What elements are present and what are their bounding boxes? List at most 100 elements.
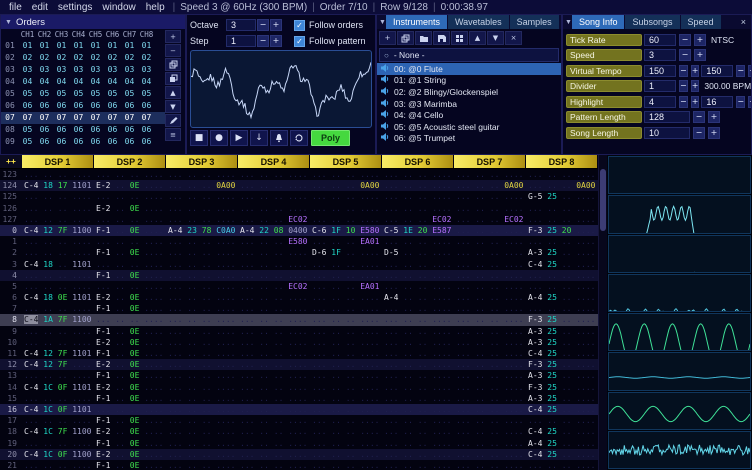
song-length-input[interactable]: 10 xyxy=(644,126,690,139)
pattern-cell[interactable]: ... .. .. .... xyxy=(94,259,166,270)
pattern-cell[interactable]: F-1 .. 0E .... xyxy=(94,393,166,404)
order-cell[interactable]: 01 xyxy=(138,40,155,52)
order-cell[interactable]: 04 xyxy=(104,76,121,88)
pattern-cell[interactable]: ... .. .. .... xyxy=(238,203,310,214)
order-cell[interactable]: 06 xyxy=(36,100,53,112)
highlight-decrement-button[interactable]: − xyxy=(679,95,688,108)
order-cell[interactable]: 03 xyxy=(87,64,104,76)
pattern-cell[interactable]: ... .. .. .... xyxy=(94,404,166,415)
pattern-cell[interactable]: ... .. .. .... xyxy=(310,460,382,470)
transport-record-button[interactable]: ● xyxy=(210,130,228,146)
order-cell[interactable]: 02 xyxy=(104,52,121,64)
pattern-length-increment-button[interactable]: + xyxy=(708,111,720,124)
pattern-cell[interactable]: ... .. .. .... xyxy=(238,292,310,303)
pattern-cell[interactable]: ... .. .. .... xyxy=(22,303,94,314)
pattern-cell[interactable]: ... .. .. .... xyxy=(382,404,454,415)
pattern-cell[interactable]: ... .. .. .... xyxy=(382,438,454,449)
order-cell[interactable]: 06 xyxy=(53,100,70,112)
order-row[interactable]: 06 06 06 06 06 06 06 06 06 xyxy=(1,100,165,112)
song-length-decrement-button[interactable]: − xyxy=(693,126,705,139)
speed-input[interactable]: 3 xyxy=(644,49,676,62)
instrument-plus-button[interactable]: + xyxy=(379,31,396,45)
pattern-cell[interactable]: C-4 18 .. 1101 xyxy=(22,259,94,270)
pattern-cell[interactable]: ... .. .. .... xyxy=(166,203,238,214)
pattern-cell[interactable]: E-2 .. 0E .... xyxy=(94,337,166,348)
divider-decrement-button[interactable]: − xyxy=(679,80,688,93)
pattern-cell[interactable]: C-4 25 .. .... xyxy=(526,449,598,460)
pattern-cell[interactable]: E-2 .. 0E .... xyxy=(94,203,166,214)
pattern-cell[interactable]: ... .. .. .... xyxy=(526,415,598,426)
pattern-cell[interactable]: ... .. .. .... xyxy=(310,449,382,460)
pattern-cell[interactable]: ... .. .. .... xyxy=(166,292,238,303)
pattern-cell[interactable]: ... .. .. .... xyxy=(166,415,238,426)
pattern-cell[interactable]: ... .. .. .... xyxy=(310,214,382,225)
pattern-cell[interactable]: ... .. .. .... xyxy=(454,270,526,281)
pattern-cell[interactable]: C-4 12 7F 1101 xyxy=(22,348,94,359)
order-cell[interactable]: 06 xyxy=(53,124,70,136)
order-cell[interactable]: 07 xyxy=(53,112,70,124)
order-cell[interactable]: 01 xyxy=(104,40,121,52)
orders-move-down-button[interactable]: ▼ xyxy=(165,100,181,113)
pattern-cell[interactable]: ... .. .. .... xyxy=(454,259,526,270)
pattern-cell[interactable]: E-2 .. 0E .... xyxy=(94,382,166,393)
pattern-cell[interactable]: ... .. .. .... xyxy=(310,404,382,415)
pattern-cell[interactable]: ... .. .. .... xyxy=(382,393,454,404)
order-cell[interactable]: 02 xyxy=(87,52,104,64)
tab-song-info[interactable]: Song Info xyxy=(571,15,625,29)
pattern-cell[interactable]: ... .. .. .... xyxy=(382,382,454,393)
pattern-channel-header[interactable]: DSP 1 xyxy=(22,155,93,168)
pattern-cell[interactable]: F-3 25 .. .... xyxy=(526,382,598,393)
pattern-cell[interactable]: ... .. .. .... xyxy=(166,270,238,281)
pattern-length-decrement-button[interactable]: − xyxy=(693,111,705,124)
pattern-cell[interactable]: ... .. .. .... xyxy=(310,426,382,437)
order-cell[interactable]: 05 xyxy=(53,88,70,100)
pattern-cell[interactable]: ... .. .. .... xyxy=(454,359,526,370)
pattern-cell[interactable]: ... .. .. .... xyxy=(22,460,94,470)
pattern-cell[interactable]: ... .. .. .... xyxy=(310,169,382,180)
order-cell[interactable]: 05 xyxy=(121,88,138,100)
pattern-cell[interactable]: ... .. .. .... xyxy=(94,169,166,180)
pattern-cell[interactable]: ... .. .. .... xyxy=(382,449,454,460)
instrument-item[interactable]: 01: @1 String xyxy=(377,75,561,87)
instrument-item[interactable]: 03: @3 Marimba xyxy=(377,98,561,110)
order-cell[interactable]: 07 xyxy=(36,112,53,124)
pattern-cell[interactable]: F-1 .. 0E .... xyxy=(94,438,166,449)
pattern-cell[interactable]: ... .. .. .... xyxy=(166,247,238,258)
tick-rate-decrement-button[interactable]: − xyxy=(679,33,691,46)
pattern-cell[interactable]: ... .. .. .... xyxy=(22,214,94,225)
pattern-cell[interactable]: ... .. .. .... xyxy=(526,281,598,292)
pattern-cell[interactable]: ... .. .. .... xyxy=(310,382,382,393)
transport-stop-button[interactable]: ■ xyxy=(190,130,208,146)
instrument-save-button[interactable] xyxy=(433,31,450,45)
order-cell[interactable]: 06 xyxy=(87,136,104,148)
tab-speed[interactable]: Speed xyxy=(680,15,721,29)
order-cell[interactable]: 05 xyxy=(36,88,53,100)
pattern-cell[interactable]: ... .. .. .... xyxy=(382,191,454,202)
octave-input[interactable]: 3 xyxy=(226,19,256,31)
menu-settings[interactable]: settings xyxy=(53,2,97,13)
pattern-cell[interactable]: ... .. .. EC02 xyxy=(238,281,310,292)
order-cell[interactable]: 06 xyxy=(36,124,53,136)
collapse-icon[interactable]: ▼ xyxy=(379,19,386,26)
order-cell[interactable]: 03 xyxy=(138,64,155,76)
follow-pattern-checkbox[interactable]: ✓ xyxy=(294,35,305,47)
field-label-song-length[interactable]: Song Length xyxy=(566,126,642,139)
order-cell[interactable]: 01 xyxy=(121,40,138,52)
pattern-cell[interactable]: ... .. .. .... xyxy=(166,303,238,314)
polyphony-toggle-button[interactable]: Poly xyxy=(311,130,351,146)
order-cell[interactable]: 04 xyxy=(121,76,138,88)
pattern-cell[interactable]: F-1 .. 0E .... xyxy=(94,303,166,314)
highlight-input[interactable]: 16 xyxy=(701,95,734,108)
order-cell[interactable]: 07 xyxy=(19,112,36,124)
pattern-cell[interactable]: ... .. .. .... xyxy=(310,292,382,303)
pattern-cell[interactable]: ... .. .. .... xyxy=(526,169,598,180)
field-label-virtual-tempo[interactable]: Virtual Tempo xyxy=(566,64,642,77)
instrument-item[interactable]: 02: @2 Blingy/Glockenspiel xyxy=(377,86,561,98)
pattern-cell[interactable]: ... .. .. 0A00 xyxy=(310,180,382,191)
pattern-cell[interactable]: ... .. .. .... xyxy=(22,247,94,258)
orders-duplicate-button[interactable] xyxy=(165,58,181,71)
pattern-cell[interactable]: ... .. .. .... xyxy=(454,415,526,426)
pattern-cell[interactable]: ... .. .. .... xyxy=(238,180,310,191)
highlight-input[interactable]: 4 xyxy=(644,95,676,108)
orders-move-up-button[interactable]: ▲ xyxy=(165,86,181,99)
